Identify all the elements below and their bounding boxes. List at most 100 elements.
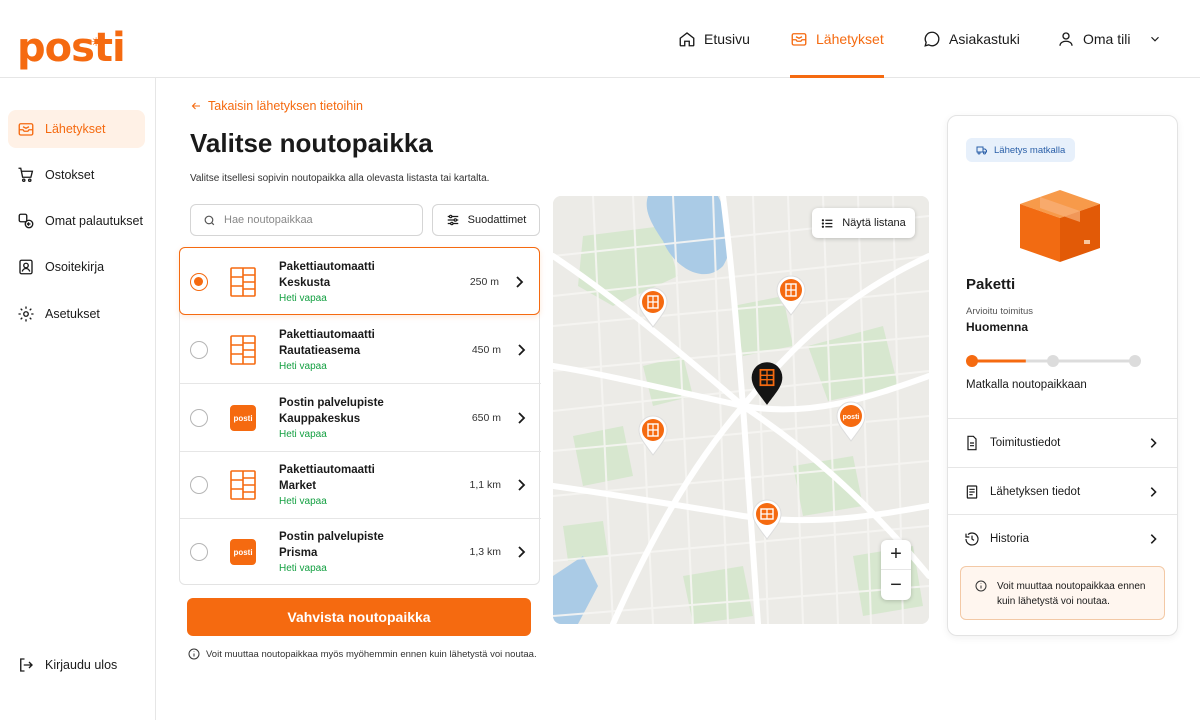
back-link-label: Takaisin lähetyksen tietoihin [208,99,363,113]
list-document-icon [966,484,978,499]
location-name: Pakettiautomaatti Market [279,464,375,492]
chevron-right-icon [516,276,524,288]
map-pin-selected-locker[interactable] [749,360,785,406]
sidebar-item-shipments[interactable]: Lähetykset [8,110,145,148]
zoom-in-button[interactable]: + [881,540,911,570]
return-icon [18,213,34,229]
chevron-right-icon [1150,438,1157,448]
back-link[interactable]: Takaisin lähetyksen tietoihin [190,99,363,113]
distance: 650 m [471,412,501,424]
nav-shipments[interactable]: Lähetykset [790,0,884,78]
history-icon [965,531,979,546]
list-item[interactable]: Pakettiautomaatti Keskusta Heti vapaa 250… [179,247,540,315]
nav-shipments-label: Lähetykset [816,31,884,47]
distance: 1,3 km [469,546,501,558]
nav-support-label: Asiakastuki [949,31,1020,47]
map-pin-posti[interactable]: posti [835,400,867,442]
home-icon [679,32,695,47]
location-name: Pakettiautomaatti Keskusta [279,261,375,289]
radio-button[interactable] [190,543,208,561]
progress-label: Matkalla noutopaikkaan [966,379,1087,391]
history-label: Historia [990,532,1029,545]
package-inbox-icon [791,33,807,46]
chevron-right-icon [518,412,526,424]
page-title: Valitse noutopaikka [190,128,433,158]
page-description: Valitse itsellesi sopivin noutopaikka al… [190,173,490,184]
map-pin-locker[interactable] [637,286,669,328]
location-name: Postin palvelupiste Kauppakeskus [279,397,384,425]
map-pin-locker[interactable] [637,414,669,456]
distance: 450 m [471,344,501,356]
zoom-out-button[interactable]: − [881,570,911,600]
document-icon [967,435,977,450]
map-pin-locker[interactable] [751,498,783,540]
delivery-info-link[interactable]: Toimitustiedot [948,418,1177,466]
show-as-list-label: Näytä listana [842,217,906,229]
status-badge: Lähetys matkalla [966,138,1076,162]
posti-logo[interactable]: posti ✳ [17,25,126,71]
chevron-right-icon [518,479,526,491]
package-box-illustration [1020,190,1100,262]
filters-label: Suodattimet [467,214,527,226]
radio-button[interactable] [190,409,208,427]
map-pin-locker[interactable] [775,274,807,316]
radio-button[interactable] [190,476,208,494]
parcel-locker-icon [230,470,256,500]
nav-support[interactable]: Asiakastuki [923,0,1020,78]
availability-status: Heti vapaa [279,361,327,372]
confirm-pickup-button[interactable]: Vahvista noutopaikka [187,598,531,636]
map-view[interactable]: Näytä listana posti + − [553,196,929,624]
map-base [553,196,929,624]
shipment-type: Paketti [966,276,1016,293]
logout-button[interactable]: Kirjaudu ulos [8,646,145,684]
search-box[interactable] [190,204,423,236]
estimate-label: Arvioitu toimitus [966,306,1034,317]
logo-text: posti [17,25,126,71]
sidebar-item-label: Osoitekirja [45,260,105,274]
parcel-locker-icon [230,267,256,297]
parcel-locker-icon [230,335,256,365]
availability-status: Heti vapaa [279,496,327,507]
list-item[interactable]: Pakettiautomaatti Market Heti vapaa 1,1 k… [180,451,541,519]
chevron-down-icon [1151,36,1160,42]
nav-account[interactable]: Oma tili [1057,0,1162,78]
arrow-left-icon [191,102,200,110]
chevron-right-icon [1150,534,1157,544]
list-item[interactable]: posti Postin palvelupiste Kauppakeskus He… [180,384,541,452]
shipment-summary-card: Lähetys matkalla Paketti Arvioitu toimit… [947,115,1178,636]
radio-button[interactable] [190,273,208,291]
chevron-right-icon [518,344,526,356]
truck-icon [976,146,987,155]
info-note-text: Voit muuttaa noutopaikkaa myös myöhemmin… [206,648,537,660]
list-item[interactable]: posti Postin palvelupiste Prisma Heti vap… [180,518,541,586]
info-icon [188,648,200,660]
list-item[interactable]: Pakettiautomaatti Rautatieasema Heti vapa… [180,316,541,384]
search-input[interactable] [224,214,404,226]
availability-status: Heti vapaa [279,429,327,440]
filters-button[interactable]: Suodattimet [432,204,540,236]
nav-home[interactable]: Etusivu [678,0,750,78]
info-note: Voit muuttaa noutopaikkaa myös myöhemmin… [188,648,537,660]
change-pickup-notice: Voit muuttaa noutopaikkaa ennen kuin läh… [960,566,1165,620]
show-as-list-button[interactable]: Näytä listana [812,208,915,238]
chevron-right-icon [518,546,526,558]
distance: 250 m [469,276,499,288]
shipment-details-link[interactable]: Lähetyksen tiedot [948,467,1177,515]
history-link[interactable]: Historia [948,514,1177,562]
location-name: Pakettiautomaatti Rautatieasema [279,329,375,357]
delivery-progress-bar [966,355,1141,367]
sidebar-item-address-book[interactable]: Osoitekirja [8,248,145,286]
sidebar-item-returns[interactable]: Omat palautukset [8,202,145,240]
progress-step-3 [1129,355,1141,367]
sidebar-item-purchases[interactable]: Ostokset [8,156,145,194]
logout-icon [20,658,33,672]
cart-icon [18,167,34,183]
radio-button[interactable] [190,341,208,359]
sidebar-item-settings[interactable]: Asetukset [8,295,145,333]
estimate-value: Huomenna [966,320,1029,334]
package-inbox-icon [18,123,34,136]
delivery-info-label: Toimitustiedot [990,436,1061,449]
sidebar: Lähetykset Ostokset Omat palautukset Oso… [0,78,156,720]
posti-service-point-icon: posti [230,405,256,431]
notice-text: Voit muuttaa noutopaikkaa ennen kuin läh… [997,581,1146,607]
